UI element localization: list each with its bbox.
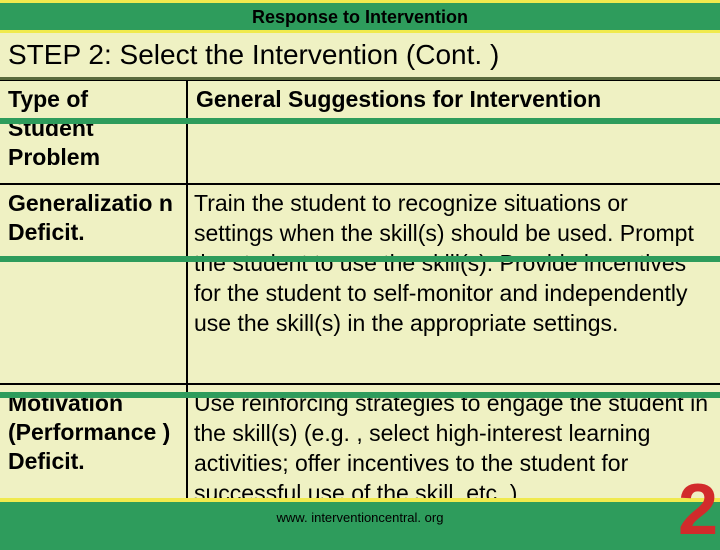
- doc-title: Response to Intervention: [252, 7, 468, 27]
- page-number: 2: [678, 474, 718, 546]
- step-heading: STEP 2: Select the Intervention (Cont. ): [0, 33, 720, 80]
- step-heading-text: STEP 2: Select the Intervention (Cont. ): [8, 39, 499, 70]
- title-bar: Response to Intervention: [0, 0, 720, 30]
- footer: www. interventioncentral. org: [0, 498, 720, 540]
- table-header-row: Type of Student Problem General Suggesti…: [0, 80, 720, 183]
- col-header-type: Type of Student Problem: [0, 81, 188, 183]
- cell-suggestion: Train the student to recognize situation…: [188, 185, 720, 383]
- footer-url: www. interventioncentral. org: [277, 502, 444, 525]
- col-header-suggestions: General Suggestions for Intervention: [188, 81, 720, 183]
- table-row: Generalizatio n Deficit. Train the stude…: [0, 183, 720, 383]
- cell-problem-type: Generalizatio n Deficit.: [0, 185, 188, 383]
